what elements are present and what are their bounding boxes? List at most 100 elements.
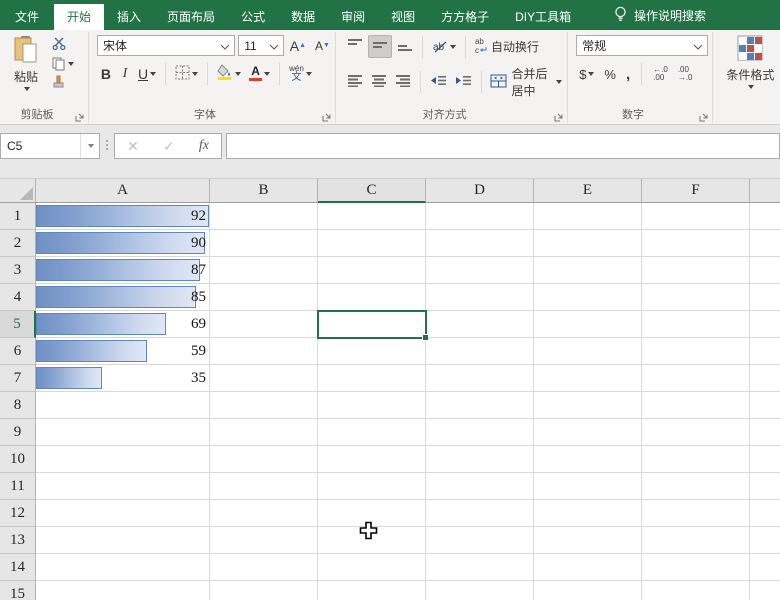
- row-header-14[interactable]: 14: [0, 554, 36, 581]
- cell-B13[interactable]: [210, 527, 318, 554]
- cell-A5[interactable]: 69: [36, 311, 210, 338]
- tab-diy-toolbox[interactable]: DIY工具箱: [502, 4, 584, 30]
- cell-F2[interactable]: [642, 230, 750, 257]
- phonetic-dropdown-arrow[interactable]: [306, 72, 312, 76]
- cell-A2[interactable]: 90: [36, 230, 210, 257]
- paste-dropdown-arrow[interactable]: [24, 87, 30, 91]
- cell-D11[interactable]: [426, 473, 534, 500]
- grow-font-button[interactable]: A▲: [287, 36, 309, 56]
- cell-E14[interactable]: [534, 554, 642, 581]
- cell-A15[interactable]: [36, 581, 210, 600]
- cell-C6[interactable]: [318, 338, 426, 365]
- cell-C14[interactable]: [318, 554, 426, 581]
- fill-color-button[interactable]: [214, 62, 244, 85]
- align-left-button[interactable]: [344, 72, 366, 92]
- cell-C8[interactable]: [318, 392, 426, 419]
- cell-C11[interactable]: [318, 473, 426, 500]
- cell-B4[interactable]: [210, 284, 318, 311]
- cell-E13[interactable]: [534, 527, 642, 554]
- cell-B10[interactable]: [210, 446, 318, 473]
- decrease-indent-button[interactable]: [427, 72, 450, 92]
- phonetic-button[interactable]: wén 文: [286, 63, 315, 85]
- shrink-font-button[interactable]: A▼: [312, 37, 333, 55]
- italic-button[interactable]: I: [117, 64, 133, 84]
- row-header-1[interactable]: 1: [0, 203, 36, 230]
- column-header-A[interactable]: A: [36, 179, 210, 203]
- cell-E8[interactable]: [534, 392, 642, 419]
- cell-D4[interactable]: [426, 284, 534, 311]
- cell-F12[interactable]: [642, 500, 750, 527]
- selected-cell-C5[interactable]: [317, 310, 427, 339]
- cell-B12[interactable]: [210, 500, 318, 527]
- font-name-combobox[interactable]: 宋体: [97, 35, 235, 56]
- name-box[interactable]: C5: [0, 133, 100, 159]
- cell-B11[interactable]: [210, 473, 318, 500]
- tab-fangfanggezi[interactable]: 方方格子: [428, 4, 502, 30]
- cell-B5[interactable]: [210, 311, 318, 338]
- row-header-10[interactable]: 10: [0, 446, 36, 473]
- underline-dropdown-arrow[interactable]: [150, 72, 156, 76]
- cell-A12[interactable]: [36, 500, 210, 527]
- cell-B3[interactable]: [210, 257, 318, 284]
- cell-E7[interactable]: [534, 365, 642, 392]
- cell-A4[interactable]: 85: [36, 284, 210, 311]
- cell-F8[interactable]: [642, 392, 750, 419]
- increase-decimal-button[interactable]: ←.0 .00: [650, 64, 671, 84]
- cell-B2[interactable]: [210, 230, 318, 257]
- row-header-15[interactable]: 15: [0, 581, 36, 600]
- increase-indent-button[interactable]: [452, 72, 475, 92]
- cell-A11[interactable]: [36, 473, 210, 500]
- cut-button[interactable]: [52, 37, 74, 53]
- column-header-D[interactable]: D: [426, 179, 534, 203]
- align-top-button[interactable]: [344, 36, 366, 57]
- cell-D3[interactable]: [426, 257, 534, 284]
- merge-center-button[interactable]: 合并后居中: [487, 63, 565, 101]
- number-dialog-launcher[interactable]: [699, 111, 709, 121]
- cell-D13[interactable]: [426, 527, 534, 554]
- tab-formulas[interactable]: 公式: [228, 4, 278, 30]
- tab-home[interactable]: 开始: [54, 4, 104, 30]
- column-header-B[interactable]: B: [210, 179, 318, 203]
- cell-D2[interactable]: [426, 230, 534, 257]
- fill-handle[interactable]: [422, 334, 429, 341]
- cell-B1[interactable]: [210, 203, 318, 230]
- accounting-dropdown-arrow[interactable]: [588, 72, 594, 76]
- cell-E1[interactable]: [534, 203, 642, 230]
- clipboard-dialog-launcher[interactable]: [75, 111, 85, 121]
- row-header-12[interactable]: 12: [0, 500, 36, 527]
- row-header-11[interactable]: 11: [0, 473, 36, 500]
- cell-D5[interactable]: [426, 311, 534, 338]
- cell-A8[interactable]: [36, 392, 210, 419]
- cell-C10[interactable]: [318, 446, 426, 473]
- tab-data[interactable]: 数据: [278, 4, 328, 30]
- tab-file[interactable]: 文件: [0, 4, 54, 30]
- formula-input[interactable]: [226, 133, 780, 159]
- merge-dropdown-arrow[interactable]: [556, 80, 562, 84]
- font-size-combobox[interactable]: 11: [238, 35, 284, 56]
- cell-E12[interactable]: [534, 500, 642, 527]
- cell-F13[interactable]: [642, 527, 750, 554]
- tab-view[interactable]: 视图: [378, 4, 428, 30]
- percent-style-button[interactable]: %: [601, 65, 619, 84]
- borders-button[interactable]: [172, 63, 201, 85]
- cell-A14[interactable]: [36, 554, 210, 581]
- select-all-button[interactable]: [0, 179, 36, 203]
- cell-A10[interactable]: [36, 446, 210, 473]
- cell-D1[interactable]: [426, 203, 534, 230]
- tab-insert[interactable]: 插入: [104, 4, 154, 30]
- cell-F14[interactable]: [642, 554, 750, 581]
- cell-F4[interactable]: [642, 284, 750, 311]
- tab-review[interactable]: 审阅: [328, 4, 378, 30]
- font-color-dropdown-arrow[interactable]: [264, 72, 270, 76]
- cell-E6[interactable]: [534, 338, 642, 365]
- cell-C3[interactable]: [318, 257, 426, 284]
- underline-button[interactable]: U: [135, 64, 159, 84]
- cell-E2[interactable]: [534, 230, 642, 257]
- copy-dropdown-arrow[interactable]: [68, 62, 74, 66]
- cell-A7[interactable]: 35: [36, 365, 210, 392]
- cell-E9[interactable]: [534, 419, 642, 446]
- cell-B14[interactable]: [210, 554, 318, 581]
- cell-F1[interactable]: [642, 203, 750, 230]
- cell-D8[interactable]: [426, 392, 534, 419]
- row-header-6[interactable]: 6: [0, 338, 36, 365]
